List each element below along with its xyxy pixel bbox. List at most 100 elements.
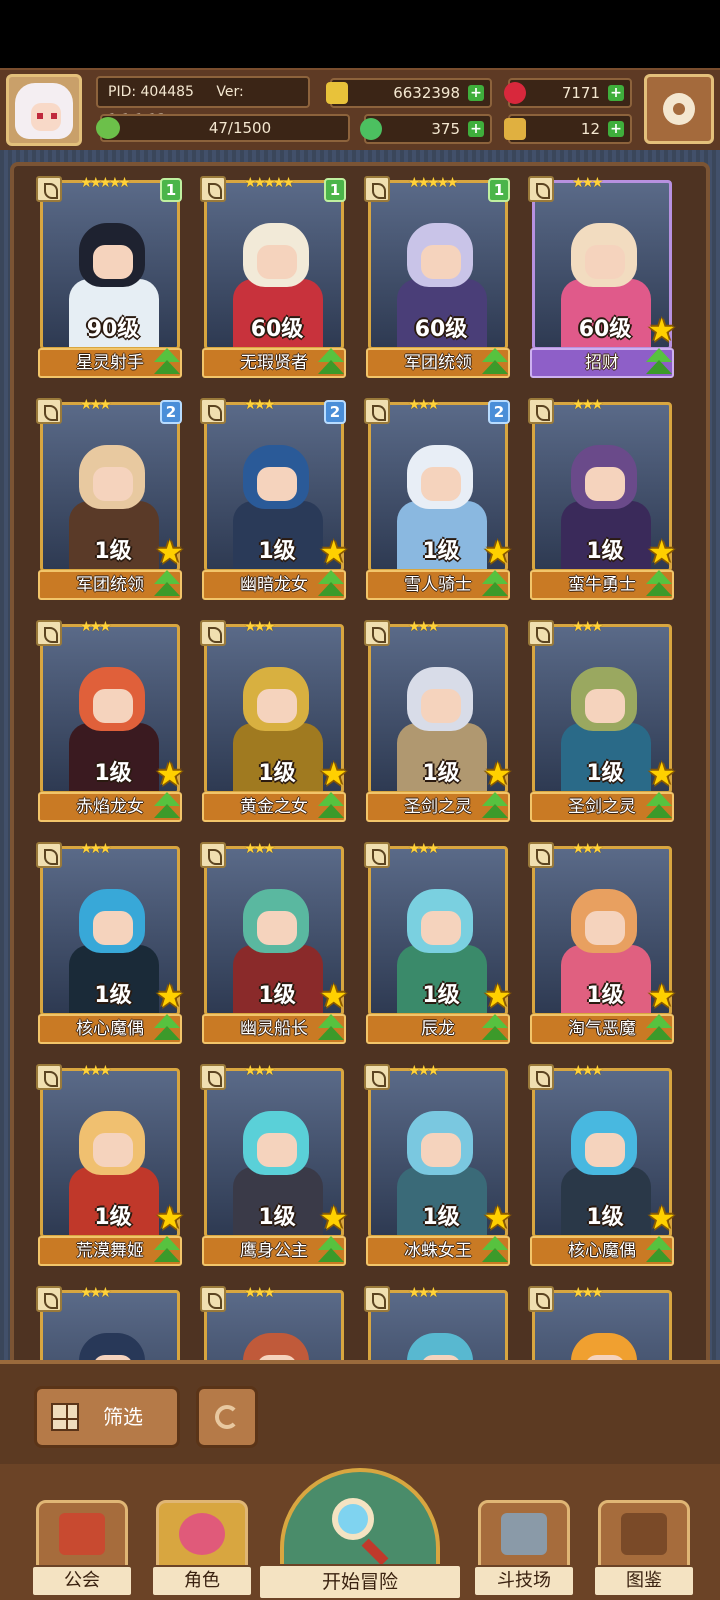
- class-leaf-icon: [36, 1286, 62, 1312]
- clover-icon: [360, 118, 382, 140]
- upgrade-arrow-icon[interactable]: [644, 1014, 674, 1044]
- class-leaf-icon: [364, 620, 390, 646]
- class-leaf-icon: [364, 398, 390, 424]
- hero-card[interactable]: 1级 ★★★ 荒漠舞姬 ★: [36, 1064, 184, 1272]
- add-gold-button[interactable]: +: [468, 85, 484, 101]
- upgrade-arrow-icon[interactable]: [152, 792, 182, 822]
- rank-badge: 1: [324, 178, 346, 202]
- add-key-button[interactable]: +: [608, 121, 624, 137]
- hero-card[interactable]: 1级 ★★★ 冰蛛女王 ★: [364, 1064, 512, 1272]
- upgrade-arrow-icon[interactable]: [316, 570, 346, 600]
- class-leaf-icon: [528, 620, 554, 646]
- hero-card[interactable]: 1级 ★★★ 蛮牛勇士 ★: [528, 398, 676, 606]
- class-leaf-icon: [364, 1286, 390, 1312]
- upgrade-arrow-icon[interactable]: [480, 570, 510, 600]
- hero-card[interactable]: 1级 ★★★ 2 幽暗龙女 ★: [200, 398, 348, 606]
- player-id: PID: 404485: [108, 84, 194, 100]
- rank-badge: 1: [488, 178, 510, 202]
- upgrade-arrow-icon[interactable]: [480, 1236, 510, 1266]
- gem-amount: 7171: [561, 84, 600, 102]
- hero-card[interactable]: 1级 ★★★ 辰龙 ★: [364, 842, 512, 1050]
- hero-card[interactable]: 1级 ★★★ 2 雪人骑士 ★: [364, 398, 512, 606]
- hero-card[interactable]: 1级 ★★★ 黄金之女 ★: [200, 620, 348, 828]
- hero-card[interactable]: 90级 ★★★★★ 1 星灵射手: [36, 176, 184, 384]
- stamina-value: 47/1500: [208, 119, 272, 137]
- rarity-stars: ★★★: [572, 1285, 604, 1301]
- add-gem-button[interactable]: +: [608, 85, 624, 101]
- upgrade-arrow-icon[interactable]: [644, 570, 674, 600]
- rarity-stars: ★★★: [572, 175, 604, 191]
- upgrade-arrow-icon[interactable]: [316, 1014, 346, 1044]
- settings-button[interactable]: [644, 74, 714, 144]
- upgrade-arrow-icon[interactable]: [480, 792, 510, 822]
- star-up-icon: ★: [647, 977, 676, 1015]
- hero-card[interactable]: 60级 ★★★ 招财 ★: [528, 176, 676, 384]
- key-amount: 12: [580, 120, 600, 138]
- class-leaf-icon: [200, 1064, 226, 1090]
- class-leaf-icon: [200, 620, 226, 646]
- rarity-stars: ★★★: [408, 1063, 440, 1079]
- rarity-stars: ★★★: [244, 841, 276, 857]
- hero-card[interactable]: 1级 ★★★ 圣剑之灵 ★: [528, 620, 676, 828]
- hero-card[interactable]: 1级 ★★★ 淘气恶魔 ★: [528, 842, 676, 1050]
- class-leaf-icon: [528, 398, 554, 424]
- hero-card[interactable]: 1级 ★★★ 2 军团统领 ★: [36, 398, 184, 606]
- upgrade-arrow-icon[interactable]: [152, 1014, 182, 1044]
- class-leaf-icon: [36, 842, 62, 868]
- hero-portrait: 60级: [368, 180, 508, 350]
- nav-character-label: 角色: [151, 1565, 253, 1597]
- nav-character[interactable]: 角色: [151, 1500, 253, 1597]
- rarity-stars: ★★★: [244, 1063, 276, 1079]
- star-up-icon: ★: [155, 755, 184, 793]
- class-leaf-icon: [528, 1286, 554, 1312]
- upgrade-arrow-icon[interactable]: [316, 1236, 346, 1266]
- stamina-icon: [96, 117, 120, 139]
- upgrade-arrow-icon[interactable]: [644, 348, 674, 378]
- hero-card[interactable]: 1级 ★★★ 核心魔偶 ★: [36, 842, 184, 1050]
- hero-grid-frame: 90级 ★★★★★ 1 星灵射手 60级 ★★★★★ 1 无瑕贤者 60级 ★★★★★ 1 军团统领 6…: [10, 162, 710, 1460]
- hero-card[interactable]: 60级 ★★★★★ 1 军团统领: [364, 176, 512, 384]
- star-up-icon: ★: [319, 1199, 348, 1237]
- star-up-icon: ★: [319, 755, 348, 793]
- nav-guild[interactable]: 公会: [31, 1500, 133, 1597]
- character-icon: [179, 1513, 225, 1555]
- hero-card[interactable]: 1级 ★★★ 幽灵船长 ★: [200, 842, 348, 1050]
- nav-arena[interactable]: 斗技场: [473, 1500, 575, 1597]
- hero-card[interactable]: 1级 ★★★ 圣剑之灵 ★: [364, 620, 512, 828]
- upgrade-arrow-icon[interactable]: [644, 1236, 674, 1266]
- upgrade-arrow-icon[interactable]: [316, 348, 346, 378]
- add-clover-button[interactable]: +: [468, 121, 484, 137]
- upgrade-arrow-icon[interactable]: [644, 792, 674, 822]
- star-up-icon: ★: [647, 1199, 676, 1237]
- hero-card[interactable]: 1级 ★★★ 核心魔偶 ★: [528, 1064, 676, 1272]
- class-leaf-icon: [364, 176, 390, 202]
- hero-card[interactable]: 60级 ★★★★★ 1 无瑕贤者: [200, 176, 348, 384]
- class-leaf-icon: [36, 398, 62, 424]
- gold-counter: 6632398 +: [326, 78, 492, 108]
- upgrade-arrow-icon[interactable]: [152, 570, 182, 600]
- upgrade-arrow-icon[interactable]: [152, 348, 182, 378]
- gold-coin-icon: [326, 82, 348, 104]
- upgrade-arrow-icon[interactable]: [152, 1236, 182, 1266]
- rarity-stars: ★★★: [80, 1285, 112, 1301]
- star-up-icon: ★: [319, 533, 348, 571]
- upgrade-arrow-icon[interactable]: [480, 348, 510, 378]
- rarity-stars: ★★★: [80, 397, 112, 413]
- upgrade-arrow-icon[interactable]: [316, 792, 346, 822]
- bottom-nav: 公会 角色 开始冒险 斗技场 图鉴: [0, 1464, 720, 1600]
- filter-button[interactable]: 筛选: [34, 1386, 180, 1448]
- rarity-stars: ★★★★★: [244, 175, 295, 191]
- upgrade-arrow-icon[interactable]: [480, 1014, 510, 1044]
- class-leaf-icon: [36, 176, 62, 202]
- top-header: PID: 404485 Ver: 1.1.1.13 6632398 + 7171…: [0, 68, 720, 152]
- nav-codex[interactable]: 图鉴: [593, 1500, 695, 1597]
- guild-house-icon: [59, 1513, 105, 1555]
- rarity-stars: ★★★: [244, 1285, 276, 1301]
- class-leaf-icon: [200, 398, 226, 424]
- hero-card[interactable]: 1级 ★★★ 鹰身公主 ★: [200, 1064, 348, 1272]
- refresh-button[interactable]: [196, 1386, 258, 1448]
- hero-card[interactable]: 1级 ★★★ 赤焰龙女 ★: [36, 620, 184, 828]
- start-adventure-button[interactable]: 开始冒险: [258, 1468, 462, 1600]
- player-avatar[interactable]: [6, 74, 82, 146]
- star-up-icon: ★: [155, 977, 184, 1015]
